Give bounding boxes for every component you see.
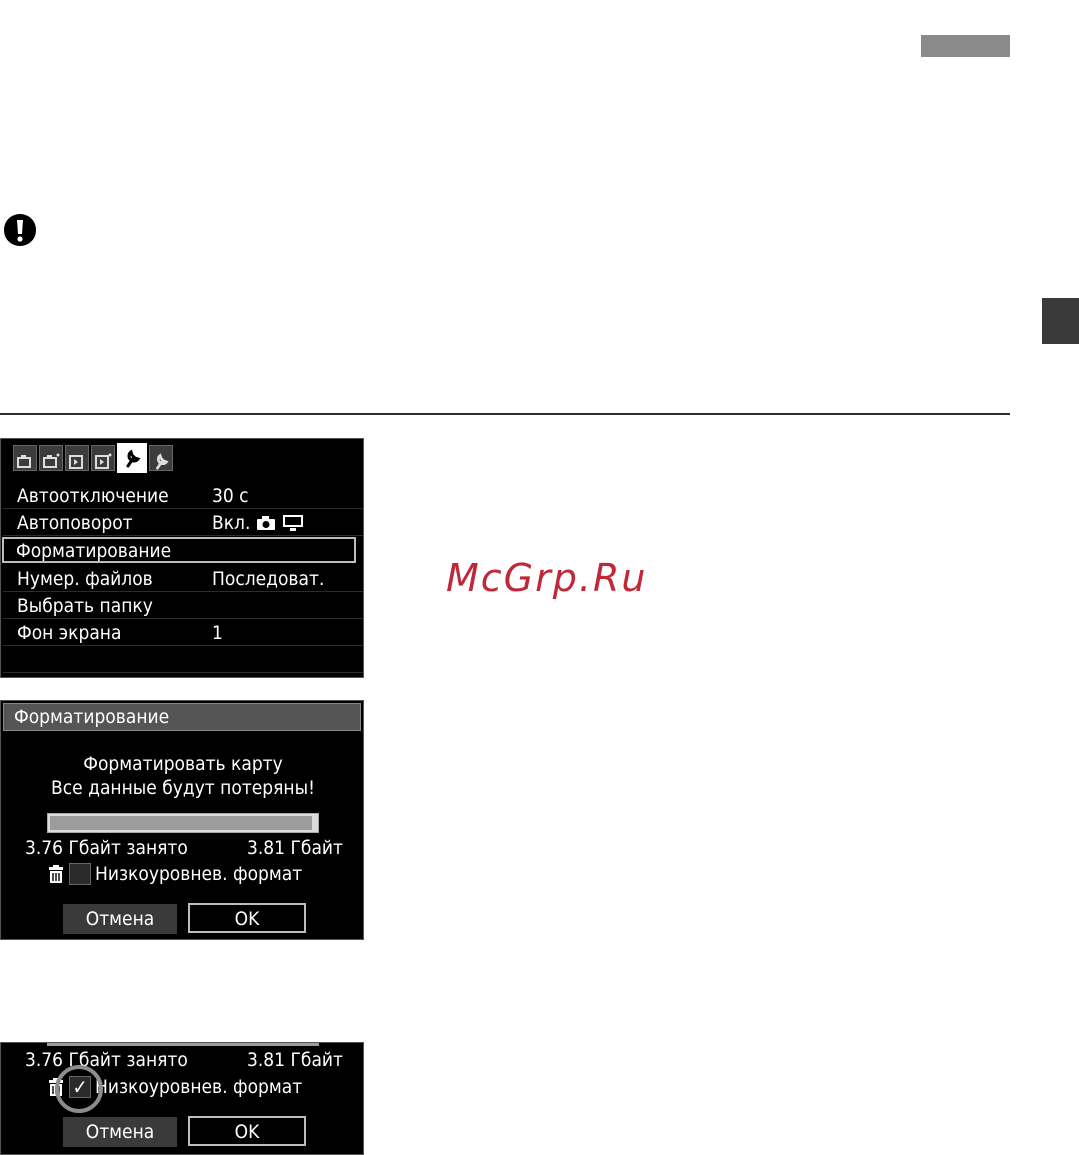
menu-row-empty: [3, 647, 363, 673]
menu-row-select-folder[interactable]: Выбрать папку: [3, 593, 363, 619]
ok-button[interactable]: OK: [188, 1116, 306, 1146]
dialog-title: Форматирование: [3, 703, 361, 731]
menu-row-screen-color[interactable]: Фон экрана 1: [3, 620, 363, 646]
tab-setup-2[interactable]: [149, 445, 173, 471]
value-text: 30 с: [212, 485, 249, 507]
section-divider: [0, 413, 1010, 415]
value-text: Вкл.: [212, 512, 251, 534]
menu-row-value: 30 с: [212, 483, 249, 509]
menu-row-label: Автоповорот: [17, 512, 133, 534]
value-text: 1: [212, 622, 223, 644]
menu-row-format[interactable]: Форматирование: [2, 537, 356, 563]
format-dialog-screen: Форматирование Форматировать карту Все д…: [0, 700, 364, 940]
menu-row-label: Фон экрана: [17, 622, 122, 644]
tab-setup-1[interactable]: [117, 443, 147, 473]
card-usage-bar-edge: [47, 1043, 319, 1046]
total-capacity: 3.81 Гбайт: [247, 1049, 343, 1071]
dialog-message-line-2: Все данные будут потеряны!: [51, 777, 315, 799]
setup-menu-screen: Автоотключение 30 с Автоповорот Вкл. Фор…: [0, 438, 364, 678]
low-level-format-label: Низкоуровнев. формат: [95, 863, 303, 885]
camera-1-icon: [17, 455, 31, 468]
dialog-message-line-1: Форматировать карту: [83, 753, 283, 775]
card-usage-bar: [47, 813, 319, 833]
tab-playback-2[interactable]: [91, 445, 115, 471]
menu-row-value: Последоват.: [212, 566, 324, 592]
low-level-format-checked-screen: 3.76 Гбайт занято 3.81 Гбайт ✓ Низкоуров…: [0, 1042, 364, 1155]
cancel-button[interactable]: Отмена: [63, 1117, 177, 1147]
playback-2-icon: [95, 453, 112, 469]
low-level-format-option[interactable]: Низкоуровнев. формат: [47, 863, 302, 885]
tab-camera-1[interactable]: [13, 445, 37, 471]
low-level-format-label: Низкоуровнев. формат: [95, 1076, 303, 1098]
camera-icon: [257, 516, 276, 530]
monitor-icon: [283, 515, 304, 531]
low-level-format-checkbox[interactable]: [69, 863, 91, 885]
camera-2-icon: [43, 453, 60, 468]
menu-row-label: Форматирование: [16, 540, 172, 562]
chapter-tab: [1042, 298, 1079, 344]
setup-2-icon: [156, 453, 169, 470]
menu-row-label: Автоотключение: [17, 485, 169, 507]
section-header-bar: [921, 35, 1010, 57]
highlight-circle: [55, 1065, 103, 1113]
menu-row-file-numbering[interactable]: Нумер. файлов Последоват.: [3, 566, 363, 592]
watermark: McGrp.Ru: [446, 556, 648, 600]
playback-1-icon: [69, 455, 83, 469]
caution-icon: [4, 214, 36, 246]
tab-camera-2[interactable]: [39, 445, 63, 471]
menu-row-auto-rotate[interactable]: Автоповорот Вкл.: [3, 510, 363, 536]
trash-icon: [49, 865, 63, 883]
ok-button[interactable]: OK: [188, 903, 306, 933]
tab-playback-1[interactable]: [65, 445, 89, 471]
used-space: 3.76 Гбайт занято: [25, 1049, 188, 1071]
menu-tabs: [13, 443, 173, 475]
cancel-button[interactable]: Отмена: [63, 904, 177, 934]
value-text: Последоват.: [212, 568, 325, 590]
menu-row-value: Вкл.: [212, 510, 304, 536]
menu-row-label: Выбрать папку: [17, 595, 153, 617]
menu-row-label: Нумер. файлов: [17, 568, 153, 590]
menu-row-auto-power-off[interactable]: Автоотключение 30 с: [3, 483, 363, 509]
menu-row-value: 1: [212, 620, 223, 646]
card-usage-fill: [50, 816, 313, 830]
total-capacity: 3.81 Гбайт: [247, 837, 343, 859]
setup-1-icon: [126, 449, 141, 468]
used-space: 3.76 Гбайт занято: [25, 837, 188, 859]
